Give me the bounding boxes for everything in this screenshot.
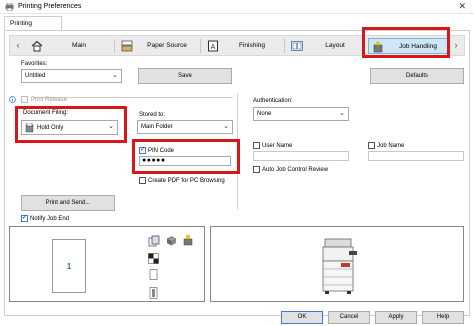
save-button[interactable]: Save [138,68,232,84]
page-number: 1 [66,262,72,271]
job-name-input[interactable] [368,151,464,161]
staple-icon [149,287,158,299]
authentication-value: None [257,111,272,117]
stack-icon [166,236,177,246]
title-bar: Printing Preferences ✕ [0,0,474,14]
multifunction-printer-icon [322,238,357,294]
divider [200,39,201,53]
grayscale-icon [148,253,159,264]
stored-to-select[interactable]: Main Folder ⌄ [137,120,233,134]
check-icon: ✓ [22,215,28,221]
nav-item-finishing[interactable]: A Finishing [204,38,282,54]
nav-item-paper-source[interactable]: Paper Source [118,38,198,54]
user-name-label: User Name [262,143,293,149]
favorites-value: Untitled [25,73,46,79]
divider [114,39,115,53]
nav-item-label: Paper Source [147,42,187,49]
nav-item-label: Main [71,42,87,49]
authentication-label: Authentication: [253,98,293,104]
highlight-document-filing [15,106,127,143]
machine-preview [210,226,464,302]
nav-item-label: Finishing [238,42,265,49]
nav-left-arrow-icon[interactable]: ‹ [12,39,24,52]
divider [284,39,285,53]
print-and-send-button[interactable]: Print and Send... [21,195,115,211]
nav-item-label: Layout [325,42,345,49]
copy-icon [148,235,160,247]
nav-right-arrow-icon[interactable]: › [450,39,462,52]
tab-printing-preferences[interactable]: Printing Preferences [4,16,62,41]
printer-icon [5,3,14,11]
highlight-pin-code [132,139,240,174]
job-hold-icon [183,234,193,246]
auto-job-control-checkbox[interactable] [253,166,260,173]
cancel-button[interactable]: Cancel [328,311,370,324]
page-thumb-icon [149,269,158,280]
favorites-select[interactable]: Untitled ⌄ [21,69,122,83]
nav-item-layout[interactable]: Layout [288,38,364,54]
chevron-down-icon: ⌄ [339,110,345,117]
ok-button[interactable]: OK [281,311,323,324]
job-name-label: Job Name [377,143,405,149]
page-preview: 1 [9,226,205,302]
favorites-label: Favorites: [21,61,48,67]
preview-page: 1 [52,239,86,293]
apply-button[interactable]: Apply [375,311,417,324]
notify-job-end-label: Notify Job End [30,216,70,222]
help-button[interactable]: Help [422,311,464,324]
create-pdf-checkbox[interactable] [139,177,146,184]
auto-job-control-label: Auto Job Control Review [262,167,329,173]
user-name-checkbox[interactable] [253,142,260,149]
settings-panel: ‹ Main Paper Source A Finishing Layout J… [4,27,470,316]
nav-item-main[interactable]: Main [28,38,112,54]
user-name-input[interactable] [253,151,349,161]
defaults-button[interactable]: Defaults [370,68,464,84]
window-title: Printing Preferences [18,3,82,10]
close-icon[interactable]: ✕ [458,1,466,11]
stored-to-value: Main Folder [141,124,173,130]
job-name-checkbox[interactable] [368,142,375,149]
print-release-checkbox[interactable] [21,96,28,103]
print-release-label: Print Release [31,97,68,103]
create-pdf-label: Create PDF for PC Browsing [148,178,225,184]
chevron-down-icon: ⌄ [112,72,118,79]
authentication-select[interactable]: None ⌄ [253,107,349,121]
info-icon [9,96,16,103]
stored-to-label: Stored to: [139,112,166,118]
highlight-job-handling [362,27,450,58]
chevron-down-icon: ⌄ [223,123,229,130]
notify-job-end-checkbox[interactable]: ✓ [21,215,28,222]
